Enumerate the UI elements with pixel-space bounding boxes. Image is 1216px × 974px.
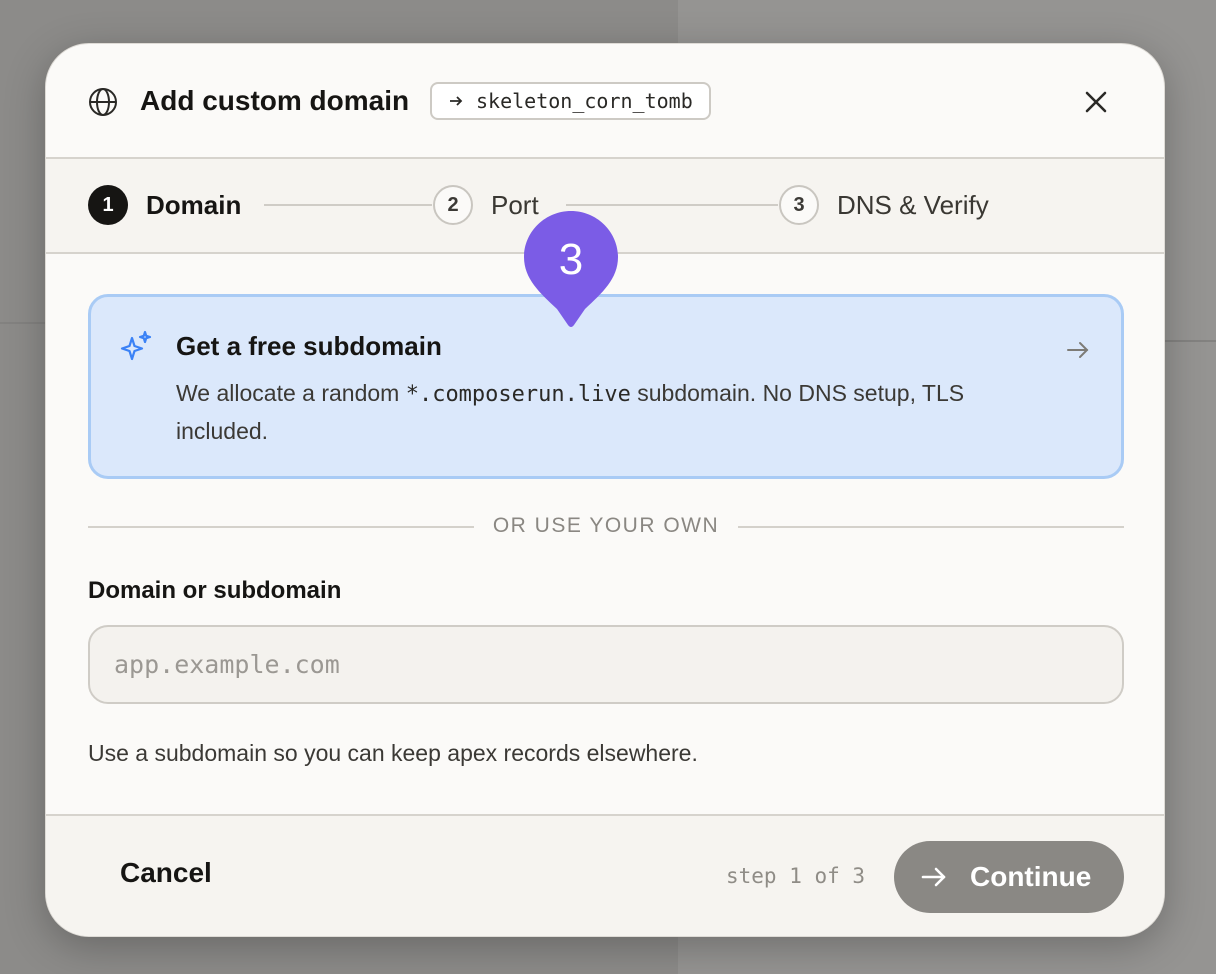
- close-icon[interactable]: [1082, 88, 1110, 116]
- cancel-button[interactable]: Cancel: [88, 842, 244, 904]
- arrow-right-icon: [921, 867, 946, 887]
- subdomain-pattern: *.composerun.live: [405, 382, 631, 407]
- add-domain-dialog: Add custom domain skeleton_corn_tomb 1 D…: [45, 43, 1165, 937]
- arrow-right-icon: [1067, 342, 1089, 358]
- domain-field-label: Domain or subdomain: [88, 577, 342, 604]
- step-label: Domain: [146, 189, 242, 220]
- step-counter: step 1 of 3: [726, 864, 866, 888]
- free-subdomain-description: We allocate a random *.composerun.live s…: [176, 380, 965, 444]
- step-connector: [264, 204, 432, 206]
- continue-label: Continue: [970, 861, 1092, 892]
- step-number: 1: [88, 185, 128, 225]
- step-number: 2: [433, 185, 473, 225]
- sparkle-icon: [120, 330, 152, 361]
- background-divider: [1165, 340, 1216, 342]
- background-divider: [0, 322, 45, 324]
- step-domain[interactable]: 1 Domain: [88, 185, 241, 225]
- or-divider: OR USE YOUR OWN: [88, 514, 1124, 540]
- arrow-right-icon: [450, 96, 463, 106]
- target-service-tag: skeleton_corn_tomb: [430, 82, 711, 120]
- dialog-title: Add custom domain: [140, 85, 410, 116]
- domain-help-text: Use a subdomain so you can keep apex rec…: [88, 740, 698, 766]
- step-marker-pin: 3: [524, 211, 618, 327]
- step-connector: [566, 204, 778, 206]
- step-number: 3: [779, 185, 819, 225]
- dialog-footer: Cancel step 1 of 3 Continue: [46, 814, 1164, 936]
- step-marker-number: 3: [559, 235, 583, 284]
- target-service-name: skeleton_corn_tomb: [476, 89, 693, 113]
- step-label: DNS & Verify: [837, 189, 989, 220]
- globe-icon: [89, 88, 117, 116]
- free-subdomain-title: Get a free subdomain: [176, 331, 442, 361]
- domain-input[interactable]: [88, 625, 1124, 704]
- dialog-header: Add custom domain skeleton_corn_tomb: [46, 44, 1164, 159]
- step-dns-verify[interactable]: 3 DNS & Verify: [779, 185, 989, 225]
- continue-button[interactable]: Continue: [894, 841, 1124, 913]
